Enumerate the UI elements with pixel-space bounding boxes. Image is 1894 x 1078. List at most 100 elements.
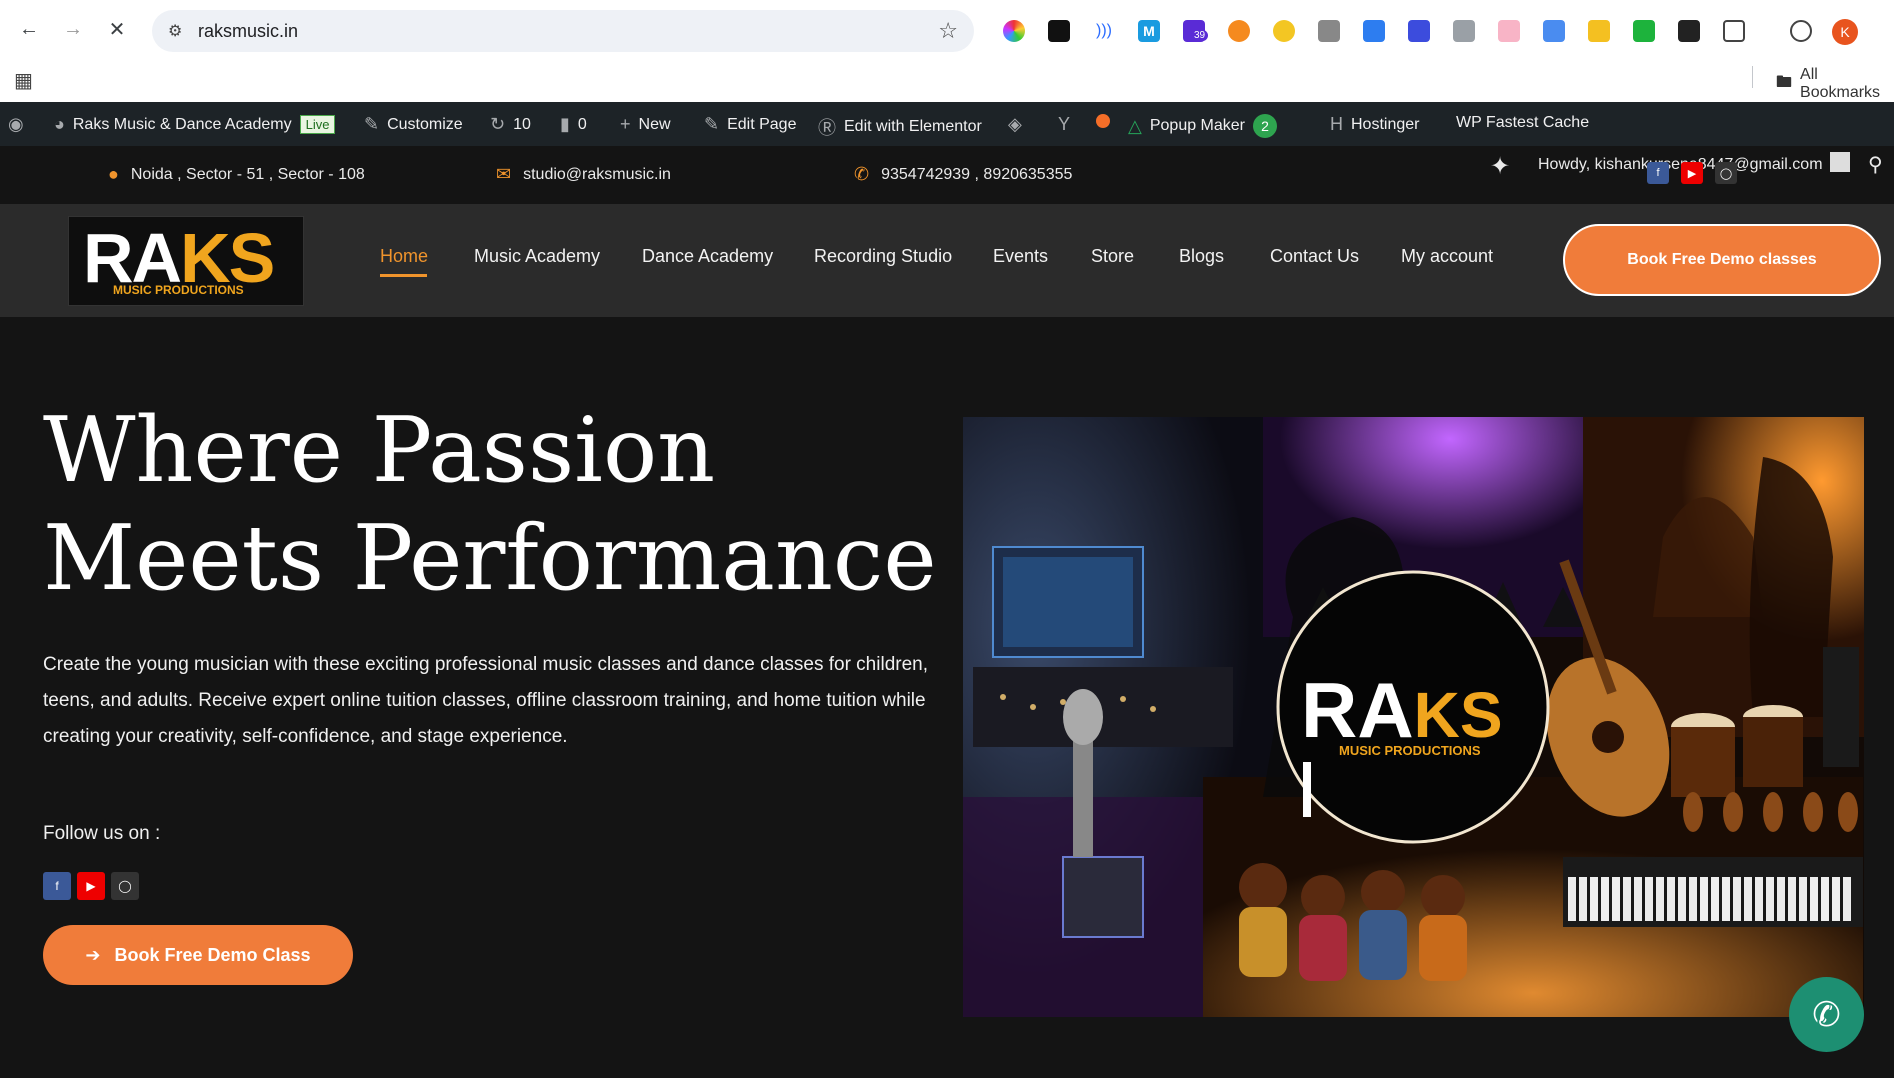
nav-contact-us[interactable]: Contact Us: [1270, 246, 1359, 267]
hero-instagram-icon[interactable]: ◯: [111, 872, 139, 900]
yoast-icon[interactable]: Y: [1058, 114, 1070, 135]
bookmarks-separator: [1752, 66, 1753, 88]
wp-hostinger-label: Hostinger: [1351, 115, 1420, 133]
extension-dark-icon[interactable]: [1048, 20, 1070, 42]
wp-edit-elementor-label: Edit with Elementor: [844, 118, 982, 135]
bookmarks-bar: ▦ 🖿 All Bookmarks: [0, 62, 1894, 102]
nav-my-account[interactable]: My account: [1401, 246, 1493, 267]
extension-m-icon[interactable]: M: [1138, 20, 1160, 42]
extension-flower-icon[interactable]: [1273, 20, 1295, 42]
arrow-right-icon: ➔: [85, 944, 101, 965]
updates-icon: ↻: [490, 114, 506, 134]
nav-music-academy[interactable]: Music Academy: [474, 246, 600, 267]
wp-updates[interactable]: ↻ 10: [490, 114, 531, 135]
wp-new-label: New: [638, 115, 671, 133]
hero-collage-image: RAKS MUSIC PRODUCTIONS: [963, 417, 1864, 1017]
nav-dance-academy[interactable]: Dance Academy: [642, 246, 773, 267]
extension-pink-icon[interactable]: [1498, 20, 1520, 42]
nav-home[interactable]: Home: [380, 246, 428, 267]
dashboard-icon: ◕: [54, 114, 65, 134]
extension-glasses-icon[interactable]: [1678, 20, 1700, 42]
extension-orange-icon[interactable]: [1228, 20, 1250, 42]
nav-recording-studio[interactable]: Recording Studio: [814, 246, 952, 267]
phone-item[interactable]: ✆ 9354742939 , 8920635355: [854, 164, 1072, 185]
wordpress-logo-icon[interactable]: ◉: [8, 114, 24, 135]
extension-gray-icon[interactable]: [1318, 20, 1340, 42]
comment-icon: ▮: [560, 114, 570, 134]
url-text: raksmusic.in: [198, 21, 299, 41]
nav-active-indicator: [380, 274, 427, 277]
performance-icon[interactable]: [1790, 20, 1812, 42]
wp-fastest-cache[interactable]: WP Fastest Cache: [1456, 114, 1589, 132]
sparkle-icon[interactable]: ✦: [1490, 152, 1510, 181]
forward-icon[interactable]: →: [60, 16, 86, 42]
nav-events[interactable]: Events: [993, 246, 1048, 267]
hero-section: Where Passion Meets Performance Create t…: [0, 317, 1894, 1078]
whatsapp-chat-button[interactable]: ✆: [1789, 977, 1864, 1052]
nav-store[interactable]: Store: [1091, 246, 1134, 267]
popup-count-badge: 2: [1253, 114, 1278, 138]
nav-blogs[interactable]: Blogs: [1179, 246, 1224, 267]
hero-facebook-icon[interactable]: f: [43, 872, 71, 900]
stop-loading-icon[interactable]: ✕: [104, 16, 130, 42]
wp-new[interactable]: + New: [620, 114, 671, 135]
wp-hostinger[interactable]: H Hostinger: [1330, 114, 1419, 135]
extension-house-icon[interactable]: 39: [1183, 20, 1209, 42]
wp-edit-elementor[interactable]: Ⓡ Edit with Elementor: [818, 114, 982, 140]
wp-popup-maker[interactable]: △ Popup Maker 2: [1128, 114, 1278, 138]
address-text: Noida , Sector - 51 , Sector - 108: [130, 165, 365, 183]
extensions-puzzle-icon[interactable]: [1723, 20, 1745, 42]
wp-updates-count: 10: [513, 115, 531, 133]
extension-tag-icon[interactable]: [1363, 20, 1385, 42]
youtube-icon[interactable]: ▶: [1681, 162, 1703, 184]
extension-wave-icon[interactable]: ))): [1093, 20, 1115, 42]
follow-us-label: Follow us on :: [43, 823, 161, 844]
bookmark-star-icon[interactable]: ☆: [938, 18, 958, 44]
phone-icon: ✆: [854, 164, 870, 184]
wp-customize[interactable]: ✎ Customize: [364, 114, 463, 135]
wp-edit-page-label: Edit Page: [727, 115, 797, 133]
status-dot-icon[interactable]: [1096, 114, 1110, 128]
contact-bar: ● Noida , Sector - 51 , Sector - 108 ✉ s…: [0, 146, 1894, 204]
hero-youtube-icon[interactable]: ▶: [77, 872, 105, 900]
email-item[interactable]: ✉ studio@raksmusic.in: [496, 164, 671, 185]
location-pin-icon: ●: [108, 164, 119, 184]
wp-site-name-label: Raks Music & Dance Academy: [72, 115, 292, 133]
site-logo[interactable]: RAKS MUSIC PRODUCTIONS: [68, 216, 304, 306]
wp-edit-page[interactable]: ✎ Edit Page: [704, 114, 796, 135]
wp-comments[interactable]: ▮ 0: [560, 114, 587, 135]
back-icon[interactable]: ←: [16, 16, 42, 42]
wp-popup-maker-label: Popup Maker: [1149, 117, 1246, 134]
extension-green-icon[interactable]: [1633, 20, 1655, 42]
book-demo-class-button[interactable]: ➔ Book Free Demo Class: [43, 925, 353, 985]
search-icon[interactable]: ⚲: [1868, 152, 1883, 177]
live-badge: Live: [299, 115, 336, 134]
extension-translate-icon[interactable]: [1543, 20, 1565, 42]
collage-artwork: RAKS MUSIC PRODUCTIONS: [963, 417, 1864, 1017]
email-text: studio@raksmusic.in: [523, 165, 671, 183]
extension-color-icon[interactable]: [1003, 20, 1025, 42]
extension-puzzle-gray-icon[interactable]: [1453, 20, 1475, 42]
instagram-icon[interactable]: ◯: [1715, 162, 1737, 184]
address-item: ● Noida , Sector - 51 , Sector - 108: [108, 164, 365, 185]
user-avatar[interactable]: [1830, 152, 1850, 172]
address-bar[interactable]: ⚙ raksmusic.in ☆: [152, 10, 974, 52]
popup-maker-icon: △: [1128, 115, 1142, 136]
image-logo-subtitle: MUSIC PRODUCTIONS: [1339, 743, 1481, 758]
site-info-icon[interactable]: ⚙: [168, 21, 182, 41]
wp-diamond-icon[interactable]: ◈: [1008, 114, 1022, 135]
site-header: RAKS MUSIC PRODUCTIONS Home Music Academ…: [0, 204, 1894, 317]
all-bookmarks-button[interactable]: 🖿 All Bookmarks: [1776, 66, 1894, 102]
hero-title: Where Passion Meets Performance: [43, 398, 937, 611]
apps-grid-icon[interactable]: ▦: [14, 68, 33, 93]
wp-site-name[interactable]: ◕ Raks Music & Dance Academy Live: [54, 114, 336, 135]
profile-avatar[interactable]: K: [1832, 19, 1858, 45]
hostinger-icon: H: [1330, 114, 1343, 134]
extension-n-icon[interactable]: [1408, 20, 1430, 42]
phone-text: 9354742939 , 8920635355: [881, 165, 1073, 183]
facebook-icon[interactable]: f: [1647, 162, 1669, 184]
extension-yellow-icon[interactable]: [1588, 20, 1610, 42]
wp-comments-count: 0: [577, 115, 587, 133]
book-demo-classes-button[interactable]: Book Free Demo classes: [1563, 224, 1881, 296]
image-logo-wordmark: RAKS: [1301, 666, 1503, 754]
